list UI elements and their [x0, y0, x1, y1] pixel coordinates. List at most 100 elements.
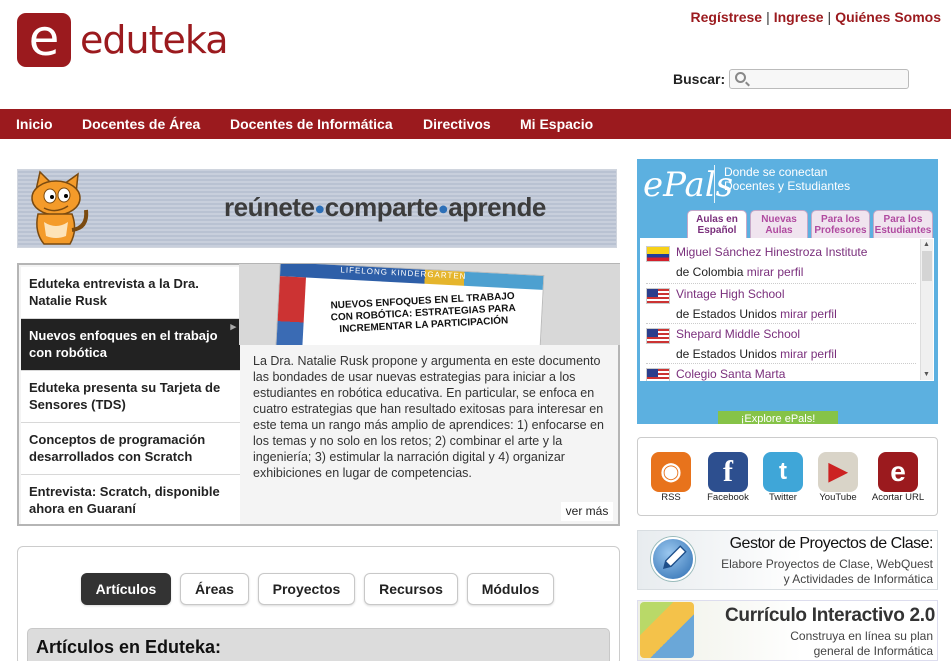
- school-name[interactable]: Vintage High School: [676, 287, 785, 301]
- epals-tab-aulas-espanol[interactable]: Aulas en Español: [687, 210, 747, 238]
- pencil-icon: [651, 537, 695, 581]
- curriculo-title[interactable]: Currículo Interactivo 2.0: [700, 605, 935, 627]
- about-link[interactable]: Quiénes Somos: [835, 9, 941, 25]
- eduteka-logo-icon[interactable]: e: [17, 13, 71, 67]
- colombia-flag-icon: [646, 246, 670, 262]
- school-name-link[interactable]: Miguel Sánchez Hinestroza Institute: [646, 242, 916, 262]
- site-logo-text[interactable]: eduteka: [80, 18, 228, 62]
- explore-epals-button[interactable]: ¡Explore ePals!: [718, 411, 838, 424]
- banner-slogan: reúnete●comparte●aprende: [224, 192, 546, 223]
- search-icon: [735, 72, 746, 83]
- list-item: Colegio Santa Marta: [646, 363, 916, 381]
- featured-item[interactable]: Conceptos de programación desarrollados …: [21, 423, 240, 475]
- tagline-line: Docentes y Estudiantes: [724, 179, 851, 193]
- acortar-url-label[interactable]: Acortar URL: [863, 492, 933, 503]
- banner-word: comparte: [324, 192, 439, 222]
- nav-directivos[interactable]: Directivos: [423, 116, 491, 132]
- scratch-cat-icon: [31, 170, 89, 245]
- profile-link[interactable]: mirar perfil: [780, 307, 837, 321]
- profile-link[interactable]: mirar perfil: [747, 265, 804, 279]
- nav-mi-espacio[interactable]: Mi Espacio: [520, 116, 593, 132]
- top-links: Regístrese | Ingrese | Quiénes Somos: [691, 9, 942, 25]
- list-item: Miguel Sánchez Hinestroza Institute de C…: [646, 242, 916, 282]
- list-item: Shepard Middle School de Estados Unidos …: [646, 323, 916, 364]
- separator: |: [766, 9, 770, 25]
- document-image: LIFELONG KINDERGARTEN NUEVOS ENFOQUES EN…: [274, 264, 545, 345]
- list-item: Vintage High School de Estados Unidos mi…: [646, 283, 916, 324]
- school-location: de Estados Unidos: [676, 347, 777, 361]
- usa-flag-icon: [646, 328, 670, 344]
- tab-areas[interactable]: Áreas: [180, 573, 249, 605]
- subtitle-line: Construya en línea su plan: [790, 629, 933, 643]
- login-link[interactable]: Ingrese: [774, 9, 824, 25]
- tab-label-line: Nuevas: [761, 214, 797, 225]
- dot-icon: ●: [437, 198, 449, 219]
- school-name[interactable]: Miguel Sánchez Hinestroza Institute: [676, 245, 867, 259]
- tab-recursos[interactable]: Recursos: [364, 573, 458, 605]
- separator: |: [827, 9, 832, 25]
- scroll-down-icon[interactable]: ▼: [923, 371, 930, 378]
- nav-docentes-area[interactable]: Docentes de Área: [82, 116, 200, 132]
- twitter-icon[interactable]: t: [763, 452, 803, 492]
- rss-icon[interactable]: ◉: [651, 452, 691, 492]
- epals-tab-nuevas-aulas[interactable]: Nuevas Aulas: [750, 210, 808, 238]
- search-input[interactable]: [750, 71, 900, 87]
- banner-word: aprende: [448, 192, 546, 222]
- divider: [714, 165, 715, 203]
- register-link[interactable]: Regístrese: [691, 9, 763, 25]
- featured-item-active[interactable]: Nuevos enfoques en el trabajo con robóti…: [21, 319, 240, 371]
- tab-label-line: Español: [697, 225, 737, 236]
- search-box[interactable]: [729, 69, 909, 89]
- featured-description: La Dra. Natalie Rusk propone y argumenta…: [253, 354, 604, 480]
- nav-inicio[interactable]: Inicio: [16, 116, 53, 132]
- tab-articulos[interactable]: Artículos: [81, 573, 171, 605]
- epals-tab-estudiantes[interactable]: Para los Estudiantes: [873, 210, 933, 238]
- featured-item[interactable]: Eduteka entrevista a la Dra. Natalie Rus…: [21, 267, 240, 319]
- tab-modulos[interactable]: Módulos: [467, 573, 554, 605]
- school-location: de Estados Unidos: [676, 307, 777, 321]
- subtitle-line: general de Informática: [813, 644, 933, 658]
- school-name[interactable]: Colegio Santa Marta: [676, 367, 785, 381]
- epals-logo[interactable]: ePals: [643, 164, 733, 206]
- usa-flag-icon: [646, 368, 670, 381]
- tab-proyectos[interactable]: Proyectos: [258, 573, 355, 605]
- tab-label-line: Aulas en: [696, 214, 738, 225]
- gestor-title[interactable]: Gestor de Proyectos de Clase:: [708, 535, 934, 553]
- tab-label-line: Para los: [883, 214, 923, 225]
- eduteka-url-icon[interactable]: e: [878, 452, 918, 492]
- facebook-icon[interactable]: f: [708, 452, 748, 492]
- epals-tab-profesores[interactable]: Para los Profesores: [811, 210, 870, 238]
- calendar-clock-icon: [640, 602, 694, 658]
- image-side-bar: [275, 276, 306, 345]
- tab-label-line: Aulas: [765, 225, 793, 236]
- usa-flag-icon: [646, 288, 670, 304]
- banner-word: reúnete: [224, 192, 315, 222]
- ver-mas-link[interactable]: ver más: [561, 502, 613, 521]
- gestor-subtitle: Elabore Proyectos de Clase, WebQuest y A…: [708, 557, 933, 587]
- featured-item[interactable]: Eduteka presenta su Tarjeta de Sensores …: [21, 371, 240, 423]
- image-strip: LIFELONG KINDERGARTEN: [280, 264, 544, 290]
- tagline-line: Donde se conectan: [724, 165, 828, 179]
- articles-header: Artículos en Eduteka:: [27, 628, 610, 661]
- profile-link[interactable]: mirar perfil: [780, 347, 837, 361]
- scroll-up-icon[interactable]: ▲: [923, 241, 930, 248]
- featured-image[interactable]: LIFELONG KINDERGARTEN NUEVOS ENFOQUES EN…: [239, 264, 620, 345]
- image-title: NUEVOS ENFOQUES EN EL TRABAJO CON ROBÓTI…: [330, 290, 516, 336]
- epals-tagline: Donde se conectan Docentes y Estudiantes: [724, 165, 850, 193]
- tab-label-line: Profesores: [814, 225, 867, 236]
- curriculo-subtitle: Construya en línea su plan general de In…: [700, 629, 933, 659]
- scroll-thumb[interactable]: [922, 251, 932, 281]
- school-location: de Colombia: [676, 265, 744, 279]
- nav-docentes-informatica[interactable]: Docentes de Informática: [230, 116, 393, 132]
- dot-icon: ●: [314, 198, 325, 219]
- search-label: Buscar:: [673, 71, 726, 87]
- epals-scrollbar[interactable]: ▲ ▼: [920, 239, 933, 380]
- epals-school-list: Miguel Sánchez Hinestroza Institute de C…: [640, 238, 934, 381]
- school-name[interactable]: Shepard Middle School: [676, 327, 800, 341]
- youtube-icon[interactable]: ▶: [818, 452, 858, 492]
- main-nav: Inicio Docentes de Área Docentes de Info…: [0, 109, 951, 139]
- featured-item[interactable]: Entrevista: Scratch, disponible ahora en…: [21, 475, 240, 524]
- tab-label-line: Para los: [821, 214, 860, 225]
- subtitle-line: Elabore Proyectos de Clase, WebQuest: [721, 557, 933, 571]
- tab-label-line: Estudiantes: [874, 225, 932, 236]
